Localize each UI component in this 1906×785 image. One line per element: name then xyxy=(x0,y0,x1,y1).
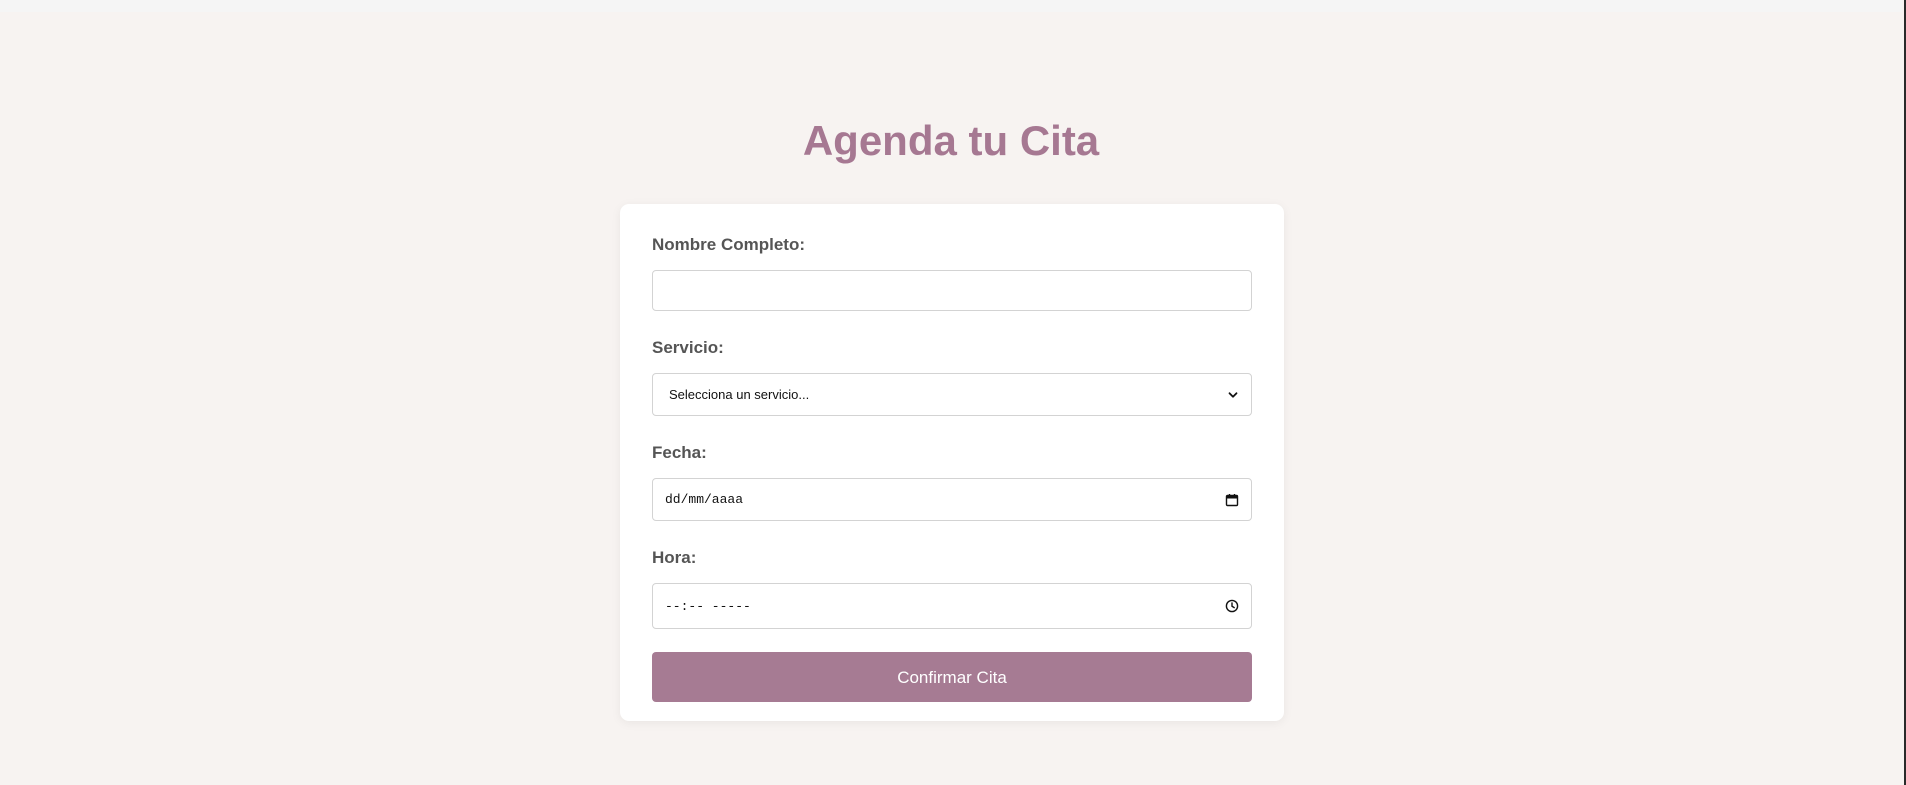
chevron-down-icon xyxy=(1227,389,1239,401)
name-label: Nombre Completo: xyxy=(652,235,805,254)
appointment-form: Nombre Completo: Servicio: Selecciona un… xyxy=(620,204,1284,721)
name-field-group: Nombre Completo: xyxy=(652,234,1252,311)
date-input[interactable]: dd/mm/aaaa xyxy=(652,478,1252,521)
time-placeholder: --:-- ----- xyxy=(665,598,751,614)
top-strip xyxy=(0,0,1902,12)
date-field-group: Fecha: dd/mm/aaaa xyxy=(652,442,1252,521)
service-label: Servicio: xyxy=(652,338,724,357)
date-placeholder: dd/mm/aaaa xyxy=(665,492,744,507)
service-select[interactable]: Selecciona un servicio... xyxy=(652,373,1252,416)
time-input[interactable]: --:-- ----- xyxy=(652,583,1252,629)
time-label: Hora: xyxy=(652,548,697,567)
calendar-icon[interactable] xyxy=(1225,493,1239,507)
clock-icon[interactable] xyxy=(1225,599,1239,613)
date-label: Fecha: xyxy=(652,443,707,462)
name-input[interactable] xyxy=(652,270,1252,311)
service-field-group: Servicio: Selecciona un servicio... xyxy=(652,337,1252,416)
time-field-group: Hora: --:-- ----- xyxy=(652,547,1252,629)
confirm-button[interactable]: Confirmar Cita xyxy=(652,652,1252,702)
service-selected-value: Selecciona un servicio... xyxy=(669,387,810,402)
page-title: Agenda tu Cita xyxy=(802,117,1100,164)
